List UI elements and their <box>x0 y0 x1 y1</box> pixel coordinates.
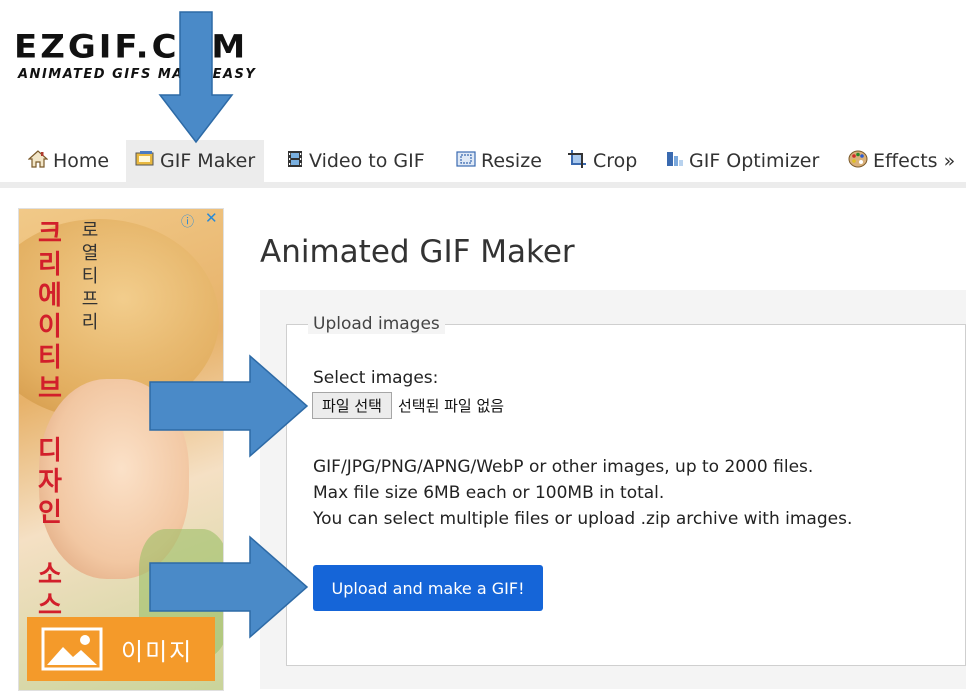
upload-button[interactable]: Upload and make a GIF! <box>313 565 543 611</box>
logo-wordmark: EZGIF.COM <box>14 28 249 66</box>
file-input: 파일 선택 선택된 파일 없음 <box>312 392 504 419</box>
nav-resize-label: Resize <box>481 150 542 172</box>
film-icon <box>286 150 304 173</box>
ad-close-icon[interactable]: ✕ <box>205 209 218 227</box>
nav-gif-maker-label: GIF Maker <box>160 150 256 172</box>
main-nav: Home GIF Maker Video to GIF Resize Crop … <box>0 140 966 188</box>
nav-crop-label: Crop <box>593 150 638 172</box>
info-line-multiple: You can select multiple files or upload … <box>313 509 853 529</box>
choose-file-button[interactable]: 파일 선택 <box>312 392 392 419</box>
nav-crop[interactable]: Crop <box>568 140 637 182</box>
nav-home-label: Home <box>53 150 110 172</box>
ad-info-icon[interactable]: ⓘ <box>181 211 194 230</box>
palette-icon <box>848 150 868 173</box>
optimizer-icon <box>666 150 684 172</box>
nav-gif-optimizer[interactable]: GIF Optimizer <box>666 140 819 182</box>
resize-icon <box>456 150 476 172</box>
nav-video-to-gif-label: Video to GIF <box>309 150 425 172</box>
nav-gif-maker[interactable]: GIF Maker <box>126 140 265 182</box>
nav-gif-optimizer-label: GIF Optimizer <box>689 150 820 172</box>
info-line-formats: GIF/JPG/PNG/APNG/WebP or other images, u… <box>313 457 814 477</box>
file-status-text: 선택된 파일 없음 <box>397 397 505 415</box>
ad-subline: 로 열 티 프 리 <box>81 220 99 333</box>
site-logo[interactable]: EZGIF.COM ANIMATED GIFS MADE EASY <box>14 30 314 90</box>
ad-cta-label: 이미지 <box>121 637 194 666</box>
nav-effects-label: Effects » <box>873 150 956 172</box>
ad-cta-button[interactable]: 이미지 <box>27 617 215 681</box>
nav-resize[interactable]: Resize <box>456 140 542 182</box>
page-title: Animated GIF Maker <box>260 234 575 270</box>
upload-legend: Upload images <box>308 314 445 334</box>
logo-tagline: ANIMATED GIFS MADE EASY <box>18 67 257 82</box>
advertisement-banner[interactable]: 크 리 에 이 티 브 디 자 인 소 스 로 열 티 프 리 ⓘ ✕ 이미지 <box>18 208 224 691</box>
home-icon <box>27 149 49 173</box>
gif-maker-icon <box>135 150 155 172</box>
nav-video-to-gif[interactable]: Video to GIF <box>286 140 425 182</box>
info-line-size: Max file size 6MB each or 100MB in total… <box>313 483 665 503</box>
nav-effects[interactable]: Effects » <box>848 140 955 182</box>
select-images-label: Select images: <box>313 368 439 388</box>
image-icon <box>41 627 103 671</box>
crop-icon <box>568 149 588 173</box>
nav-home[interactable]: Home <box>27 140 110 182</box>
upload-info: GIF/JPG/PNG/APNG/WebP or other images, u… <box>313 454 852 532</box>
ad-headline: 크 리 에 이 티 브 디 자 인 소 스 <box>38 219 62 621</box>
